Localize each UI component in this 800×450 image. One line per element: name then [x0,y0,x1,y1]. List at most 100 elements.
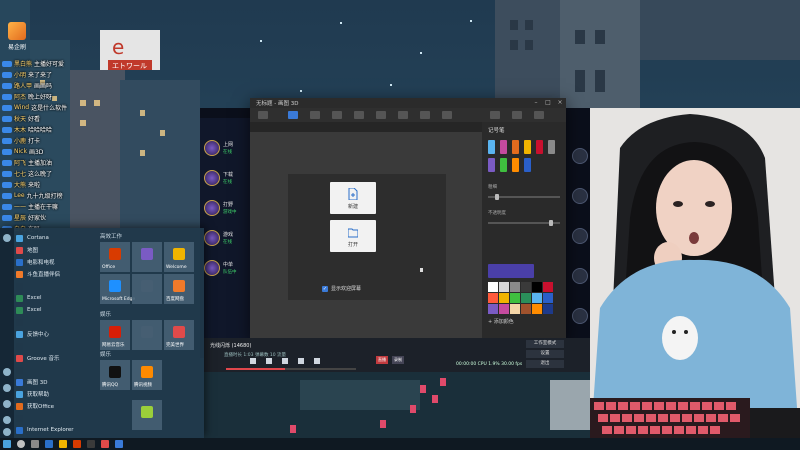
text-tool-button[interactable] [376,111,386,119]
stickers-tool-button[interactable] [354,111,364,119]
calligraphy-pen-icon[interactable] [500,140,507,154]
color-swatch[interactable] [543,282,553,292]
start-tile[interactable] [132,400,162,430]
store-icon[interactable] [73,440,81,448]
color-swatch[interactable] [532,293,542,303]
color-swatch[interactable] [543,293,553,303]
crayon-icon[interactable] [500,158,507,172]
add-color-button[interactable]: + 添加颜色 [488,318,514,325]
start-app-item[interactable]: 斗鱼直播伴侣 [16,268,96,280]
start-tile[interactable]: 腾讯视频 [132,360,162,390]
desktop-app-icon[interactable]: 易企刷 [2,22,32,51]
start-tile[interactable] [132,320,162,350]
power-icon[interactable] [3,428,11,436]
document-icon[interactable] [3,384,11,392]
game-orb-icon[interactable] [572,228,588,244]
color-swatch[interactable] [510,282,520,292]
color-swatch[interactable] [488,304,498,314]
record-tag[interactable]: 录制 [392,356,404,364]
game-orb-icon[interactable] [572,148,588,164]
start-app-item[interactable]: 电影和电视 [16,256,96,268]
start-tile[interactable]: 百度网盘 [164,274,194,304]
pixel-pen-icon[interactable] [536,140,543,154]
next-icon[interactable] [314,358,320,364]
eraser-icon[interactable] [488,158,495,172]
start-app-item[interactable]: Cortana [16,232,96,244]
minimize-button[interactable]: – [532,99,540,106]
spray-can-icon[interactable] [512,158,519,172]
start-tile[interactable]: 完美世界 [164,320,194,350]
obs-progress-bar[interactable] [226,368,356,370]
color-swatch[interactable] [521,282,531,292]
color-swatch[interactable] [510,304,520,314]
start-app-item[interactable]: 反馈中心 [16,328,96,340]
start-app-item[interactable] [16,316,96,328]
friend-item[interactable]: 中单 队伍中 [204,258,250,280]
picture-icon[interactable] [3,400,11,408]
start-app-item[interactable]: Groove 音乐 [16,352,96,364]
color-swatch[interactable] [499,304,509,314]
start-app-item[interactable]: Internet Explorer [16,424,96,436]
color-swatch[interactable] [532,304,542,314]
color-swatch[interactable] [488,293,498,303]
user-icon[interactable] [3,368,11,376]
current-color-swatch[interactable] [488,264,534,278]
play-icon[interactable] [282,358,288,364]
start-tile[interactable]: Microsoft Edge [100,274,135,304]
3d-shapes-tool-button[interactable] [332,111,342,119]
start-tile[interactable] [132,242,162,272]
color-swatch[interactable] [499,293,509,303]
color-swatch[interactable] [521,293,531,303]
window-titlebar[interactable]: 无标题 - 画图 3D – □ × [250,98,566,108]
paint3d-icon[interactable] [115,440,123,448]
new-file-button[interactable]: 新建 [330,182,376,214]
forward-icon[interactable] [298,358,304,364]
task-view-icon[interactable] [31,440,39,448]
start-tile[interactable]: Welcome [164,242,194,272]
start-app-item[interactable] [16,412,96,424]
start-tile[interactable]: 网易云音乐 [100,320,130,350]
effects-tool-button[interactable] [398,111,408,119]
search-icon[interactable] [17,440,25,448]
color-swatch[interactable] [499,282,509,292]
pencil-icon[interactable] [548,140,555,154]
open-file-button[interactable]: 打开 [330,220,376,252]
opacity-slider[interactable] [488,220,560,226]
menu-button[interactable] [258,111,268,119]
friend-item[interactable]: 下载 在线 [204,168,250,190]
2d-shapes-tool-button[interactable] [310,111,320,119]
start-app-item[interactable]: 地图 [16,244,96,256]
close-button[interactable]: × [556,99,564,106]
redo-button[interactable] [534,111,544,119]
live-tag[interactable]: 直播 [376,356,388,364]
color-swatch[interactable] [543,304,553,314]
color-swatch[interactable] [488,282,498,292]
oil-brush-icon[interactable] [512,140,519,154]
start-app-item[interactable]: Excel [16,304,96,316]
slider-handle[interactable] [549,220,554,226]
brushes-tool-button[interactable] [288,111,298,119]
start-tile[interactable]: 腾讯QQ [100,360,130,390]
start-app-item[interactable]: Excel [16,292,96,304]
friend-item[interactable]: 游戏 在线 [204,228,250,250]
canvas-tool-button[interactable] [420,111,430,119]
start-app-item[interactable]: 画图 3D [16,376,96,388]
previous-icon[interactable] [250,358,256,364]
windows-start-icon[interactable] [3,440,11,448]
edge-icon[interactable] [45,440,53,448]
start-app-item[interactable]: 获取帮助 [16,388,96,400]
start-app-item[interactable] [16,280,96,292]
start-tile[interactable] [132,274,162,304]
marker-brush-icon[interactable] [488,140,495,154]
thickness-slider[interactable] [488,194,560,200]
slider-handle[interactable] [494,194,499,200]
maximize-button[interactable]: □ [544,99,552,106]
color-swatch[interactable] [532,282,542,292]
3d-library-button[interactable] [442,111,452,119]
game-orb-icon[interactable] [572,308,588,324]
start-tile[interactable]: Office [100,242,130,272]
studio-mode-button[interactable]: 工作室模式 [526,340,564,348]
file-explorer-icon[interactable] [59,440,67,448]
game-orb-icon[interactable] [572,268,588,284]
start-app-item[interactable] [16,340,96,352]
